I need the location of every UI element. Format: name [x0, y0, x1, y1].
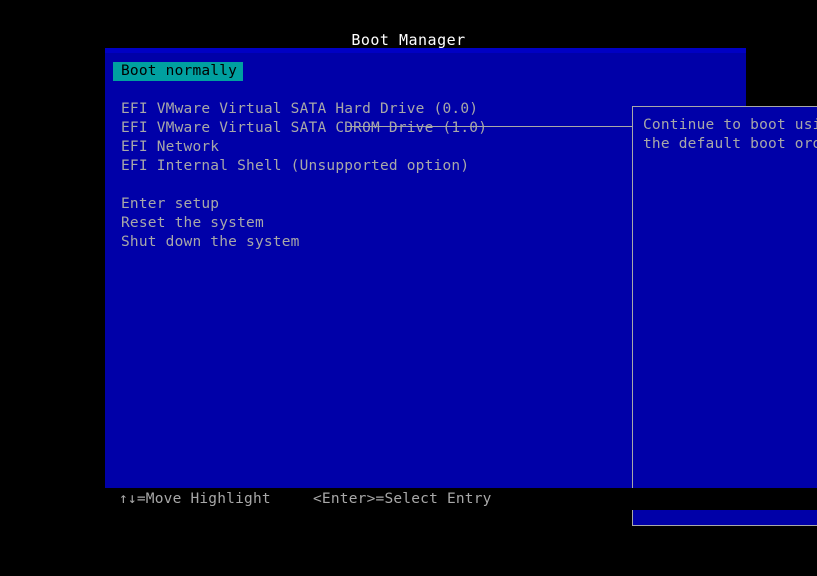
- boot-option-label: EFI VMware Virtual SATA Hard Drive (0.0): [121, 101, 479, 117]
- menu-group-spacer: [113, 81, 528, 100]
- help-panel-text: Continue to boot using the default boot …: [643, 117, 817, 152]
- boot-option-label: Shut down the system: [121, 234, 300, 250]
- menu-group-spacer: [113, 176, 528, 195]
- status-bar: ↑↓=Move Highlight <Enter>=Select Entry: [0, 488, 817, 510]
- boot-option[interactable]: Shut down the system: [113, 233, 528, 252]
- boot-option-label: EFI VMware Virtual SATA CDROM Drive (1.0…: [121, 120, 488, 136]
- boot-option-label: Reset the system: [121, 215, 264, 231]
- boot-option-label: EFI Internal Shell (Unsupported option): [121, 158, 470, 174]
- boot-option-label: Enter setup: [121, 196, 220, 212]
- page-title: Boot Manager: [351, 31, 466, 49]
- panel-top-strip: [105, 48, 746, 53]
- boot-manager-panel: Boot normally EFI VMware Virtual SATA Har…: [105, 48, 817, 526]
- boot-option[interactable]: Reset the system: [113, 214, 528, 233]
- hint-select-entry: <Enter>=Select Entry: [313, 491, 492, 507]
- boot-option[interactable]: Enter setup: [113, 195, 528, 214]
- boot-option[interactable]: EFI Internal Shell (Unsupported option): [113, 157, 528, 176]
- boot-option-label: Boot normally: [113, 62, 244, 81]
- help-panel: Continue to boot using the default boot …: [632, 106, 817, 526]
- boot-option[interactable]: EFI VMware Virtual SATA Hard Drive (0.0): [113, 100, 528, 119]
- boot-option-selected[interactable]: Boot normally: [113, 62, 528, 81]
- boot-option[interactable]: EFI VMware Virtual SATA CDROM Drive (1.0…: [113, 119, 528, 138]
- boot-options-menu: Boot normally EFI VMware Virtual SATA Har…: [113, 62, 528, 252]
- hint-move-highlight: ↑↓=Move Highlight: [119, 491, 271, 507]
- boot-manager-screen: Boot Manager Boot normally EFI VMware Vir…: [0, 0, 817, 526]
- menu-separator-rule: [347, 126, 633, 127]
- boot-option-label: EFI Network: [121, 139, 220, 155]
- boot-option[interactable]: EFI Network: [113, 138, 528, 157]
